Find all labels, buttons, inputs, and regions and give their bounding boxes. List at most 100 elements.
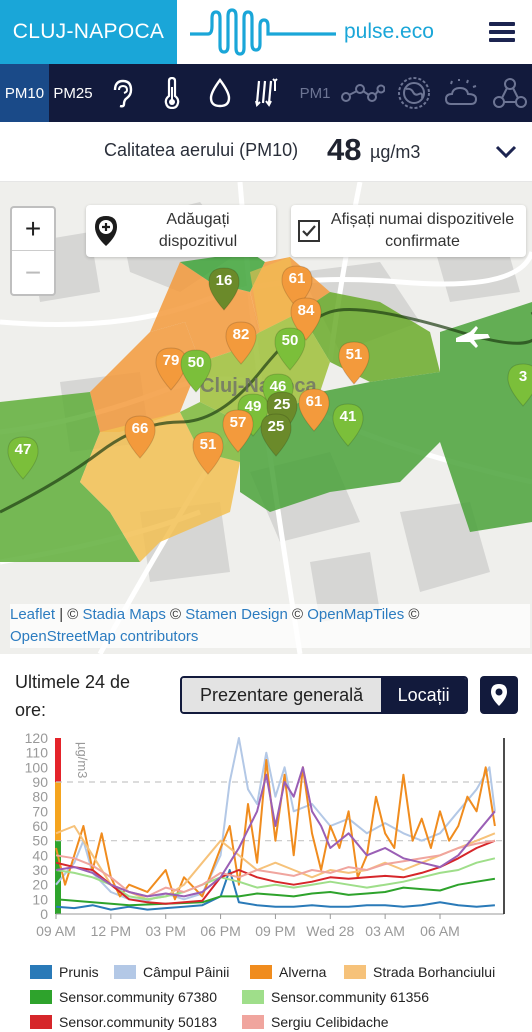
sensor-marker[interactable]: 41 bbox=[330, 402, 366, 448]
legend-item[interactable]: Prunis bbox=[30, 962, 99, 982]
series-line[interactable] bbox=[55, 766, 496, 898]
x-tick-label: 09 PM bbox=[255, 923, 295, 939]
tab-noise[interactable] bbox=[100, 64, 144, 122]
y-axis-unit: µg/m3 bbox=[75, 742, 90, 778]
y-tick-label: 30 bbox=[32, 862, 48, 878]
pm10-line-chart[interactable]: 0102030405060708090100110120 µg/m3 09 AM 12… bbox=[0, 728, 532, 954]
y-tick-label: 10 bbox=[32, 891, 48, 907]
legend-item[interactable]: Alverna bbox=[250, 962, 326, 982]
x-tick-label: 03 AM bbox=[365, 923, 405, 939]
tab-temperature[interactable] bbox=[150, 64, 194, 122]
tab-network[interactable] bbox=[488, 64, 532, 122]
overview-tab[interactable]: Prezentare generală bbox=[182, 678, 382, 712]
zoom-out-button[interactable]: − bbox=[12, 251, 54, 294]
attribution-separator: | © bbox=[55, 606, 83, 623]
pressure-icon bbox=[255, 78, 278, 107]
legend-swatch bbox=[250, 965, 272, 979]
app-header: CLUJ-NAPOCA pulse.eco bbox=[0, 0, 532, 64]
sensor-marker[interactable]: 61 bbox=[296, 387, 332, 433]
air-quality-value: 48 bbox=[327, 132, 362, 167]
sensor-marker-value: 16 bbox=[215, 272, 233, 289]
sensor-marker[interactable]: 47 bbox=[5, 435, 41, 481]
sensor-marker[interactable]: 50 bbox=[272, 326, 308, 372]
section-title-line1: Ultimele 24 de bbox=[15, 672, 131, 692]
tab-humidity[interactable] bbox=[198, 64, 242, 122]
y-tick-label: 80 bbox=[32, 789, 48, 805]
zoom-control: + − bbox=[10, 206, 56, 296]
legend-item[interactable]: Sergiu Celibidache bbox=[242, 1012, 389, 1032]
checkbox-icon bbox=[298, 220, 320, 242]
map-attribution: Leaflet | © Stadia Maps © Stamen Design … bbox=[10, 604, 530, 648]
series-line[interactable] bbox=[55, 759, 496, 901]
legend-swatch bbox=[242, 1015, 264, 1029]
city-name[interactable]: CLUJ-NAPOCA bbox=[0, 0, 177, 64]
locations-tab[interactable]: Locații bbox=[381, 678, 466, 712]
sensor-marker-value: 3 bbox=[518, 368, 528, 385]
sensor-marker-value: 25 bbox=[267, 418, 285, 435]
tab-pressure[interactable] bbox=[244, 64, 288, 122]
hamburger-menu-icon[interactable] bbox=[484, 14, 520, 50]
legend-item[interactable]: Strada Borhanciului bbox=[344, 962, 495, 982]
legend-swatch bbox=[30, 965, 52, 979]
sensor-marker-value: 57 bbox=[229, 414, 247, 431]
tab-pm1[interactable]: PM1 bbox=[294, 64, 336, 122]
tab-weather[interactable] bbox=[440, 64, 484, 122]
sensor-marker[interactable]: 51 bbox=[190, 430, 226, 476]
y-tick-label: 100 bbox=[25, 759, 49, 775]
sensor-marker[interactable]: 66 bbox=[122, 414, 158, 460]
confirmed-devices-toggle[interactable]: Afișați numai dispozitivele confirmate bbox=[291, 205, 526, 257]
y-tick-label: 60 bbox=[32, 818, 48, 834]
weather-icon bbox=[445, 79, 478, 105]
attribution-separator: © bbox=[287, 606, 308, 623]
sensor-marker-value: 82 bbox=[232, 326, 250, 343]
sensor-marker-value: 51 bbox=[345, 346, 363, 363]
molecule-icon bbox=[341, 84, 385, 102]
section-title-line2: ore: bbox=[15, 700, 47, 720]
legend-label: Câmpul Pâinii bbox=[143, 964, 230, 980]
chevron-down-icon[interactable] bbox=[494, 144, 518, 160]
water-drop-icon bbox=[209, 78, 231, 108]
sensor-marker[interactable]: 50 bbox=[178, 348, 214, 394]
legend-item[interactable]: Sensor.community 61356 bbox=[242, 987, 429, 1007]
legend-swatch bbox=[242, 990, 264, 1004]
openmaptiles-link[interactable]: OpenMapTiles bbox=[307, 606, 404, 623]
sensor-marker[interactable]: 16 bbox=[206, 266, 242, 312]
location-pin-button[interactable] bbox=[480, 676, 518, 714]
sensor-marker[interactable]: 51 bbox=[336, 340, 372, 386]
legend-item[interactable]: Câmpul Pâinii bbox=[114, 962, 229, 982]
legend-swatch bbox=[344, 965, 366, 979]
confirmed-devices-label: Afișați numai dispozitivele confirmate bbox=[330, 211, 515, 250]
leaflet-link[interactable]: Leaflet bbox=[10, 606, 55, 623]
tab-molecule[interactable] bbox=[340, 64, 386, 122]
sensor-marker-value: 51 bbox=[199, 436, 217, 453]
legend-item[interactable]: Sensor.community 67380 bbox=[30, 987, 217, 1007]
air-quality-summary[interactable]: Calitatea aerului (PM10) 48 µg/m3 bbox=[0, 122, 532, 182]
globe-icon bbox=[398, 77, 430, 109]
add-device-button[interactable]: Adăugați dispozitivul bbox=[86, 205, 276, 257]
x-tick-label: 09 AM bbox=[36, 923, 76, 939]
x-tick-label: 03 PM bbox=[145, 923, 185, 939]
zoom-in-button[interactable]: + bbox=[12, 208, 54, 251]
brand-name: pulse.eco bbox=[344, 20, 434, 43]
tab-globe[interactable] bbox=[392, 64, 436, 122]
openstreetmap-link[interactable]: OpenStreetMap contributors bbox=[10, 628, 198, 645]
legend-swatch bbox=[30, 1015, 52, 1029]
y-tick-label: 50 bbox=[32, 833, 48, 849]
sensor-marker[interactable]: 3 bbox=[505, 362, 532, 408]
legend-swatch bbox=[30, 990, 52, 1004]
sensor-marker-value: 61 bbox=[288, 270, 306, 287]
sensor-marker-value: 66 bbox=[131, 420, 149, 437]
legend-item[interactable]: Sensor.community 50183 bbox=[30, 1012, 217, 1032]
tab-pm25[interactable]: PM25 bbox=[49, 64, 97, 122]
sensor-marker-value: 47 bbox=[14, 441, 32, 458]
y-tick-label: 20 bbox=[32, 877, 48, 893]
ear-icon bbox=[113, 79, 133, 108]
sensor-marker[interactable]: 25 bbox=[258, 412, 294, 458]
y-tick-label: 0 bbox=[40, 906, 48, 922]
tab-pm10[interactable]: PM10 bbox=[0, 64, 49, 122]
stadia-maps-link[interactable]: Stadia Maps bbox=[83, 606, 166, 623]
sensor-marker[interactable]: 82 bbox=[223, 320, 259, 366]
stamen-design-link[interactable]: Stamen Design bbox=[185, 606, 288, 623]
air-quality-label: Calitatea aerului (PM10) bbox=[104, 140, 299, 160]
legend-label: Sensor.community 50183 bbox=[59, 1014, 217, 1030]
